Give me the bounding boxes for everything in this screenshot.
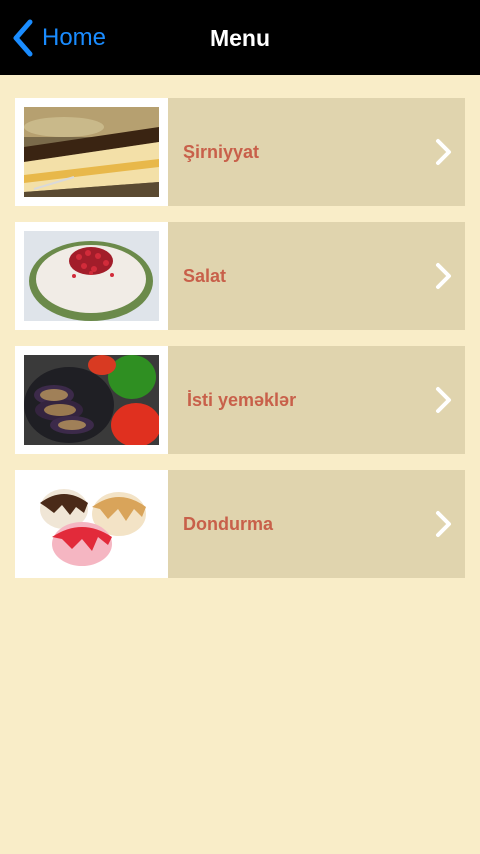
menu-item-label: Salat [183,266,227,286]
menu-item-dondurma[interactable]: Dondurma [15,470,465,578]
thumbnail-frame [15,98,168,206]
chevron-right-icon [436,511,451,537]
menu-list: Şirniyyat Salat İsti yeməklər Dondurma [15,98,465,594]
stuffed-eggplant-photo [24,355,159,445]
thumbnail-frame [15,346,168,454]
navigation-bar: Home Menu [0,0,480,75]
chevron-right-icon [436,139,451,165]
pomegranate-salad-photo [24,231,159,321]
menu-item-label: İsti yeməklər [187,390,297,410]
ice-cream-scoops-photo [24,479,159,569]
menu-item-label: Şirniyyat [183,142,260,162]
chevron-right-icon [436,263,451,289]
thumbnail-frame [15,470,168,578]
menu-item-sirniyyat[interactable]: Şirniyyat [15,98,465,206]
page-title: Menu [209,25,271,51]
chevron-right-icon [436,387,451,413]
menu-item-isti-yemekler[interactable]: İsti yeməklər [15,346,465,454]
cake-slice-photo [24,107,159,197]
menu-item-salat[interactable]: Salat [15,222,465,330]
menu-item-label: Dondurma [183,514,273,534]
thumbnail-frame [15,222,168,330]
